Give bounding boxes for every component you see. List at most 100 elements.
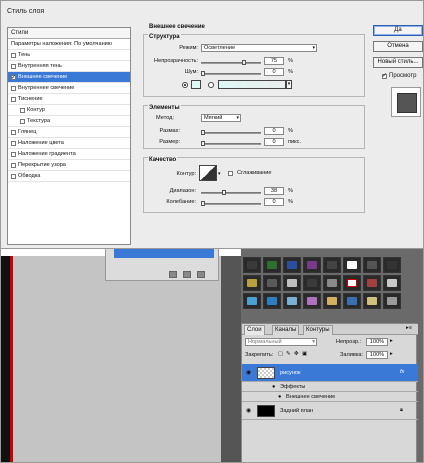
style-item-checkbox[interactable] [11,129,16,135]
trash-icon[interactable] [197,271,205,278]
style-item-checkbox[interactable] [11,140,16,146]
eye-icon[interactable]: ◉ [246,369,251,376]
ok-button[interactable]: Да [373,25,423,36]
contour-preview[interactable] [199,165,217,181]
style-swatch[interactable] [283,275,301,291]
layer-name[interactable]: рисунок [280,370,300,376]
new-style-button[interactable]: Новый стиль... [373,57,423,68]
style-item[interactable]: Тень [8,50,130,61]
lock-move-icon[interactable]: ✥ [294,351,299,357]
style-swatch[interactable] [343,293,361,309]
panel-menu-icon[interactable]: ▸≡ [406,325,412,331]
style-swatch[interactable] [243,293,261,309]
noise-slider-thumb[interactable] [201,71,205,76]
style-item-checkbox[interactable] [11,85,16,91]
style-item-checkbox[interactable] [11,96,16,102]
style-item[interactable]: Тиснение [8,94,130,105]
chevron-down-icon[interactable]: ▾ [286,80,292,89]
gradient-radio[interactable] [208,82,214,88]
style-item-checkbox[interactable] [11,73,16,82]
eye-icon[interactable]: ● [278,394,281,400]
style-item[interactable]: Параметры наложения: По умолчанию [8,39,130,50]
chevron-right-icon[interactable]: ▸ [390,351,393,357]
lock-all-icon[interactable]: ▣ [302,351,307,357]
jitter-field[interactable]: 0 [264,198,284,206]
style-swatch[interactable] [383,257,401,273]
style-item[interactable]: Внутренняя тень [8,61,130,72]
tab-channels[interactable]: Каналы [272,325,300,335]
spread-field[interactable]: 0 [264,127,284,135]
style-item[interactable]: Наложение градиента [8,149,130,160]
effects-row[interactable]: ● Эффекты [242,382,418,392]
technique-select[interactable]: Мягкий ▾ [201,114,241,122]
style-swatch[interactable] [303,293,321,309]
range-slider[interactable] [201,190,261,195]
size-slider[interactable] [201,141,261,146]
style-swatch[interactable] [383,275,401,291]
preview-checkbox[interactable] [382,72,387,79]
chevron-down-icon[interactable]: ▾ [218,171,221,177]
style-swatch-none[interactable] [343,275,361,291]
noise-field[interactable]: 0 [264,68,284,76]
style-swatch[interactable] [283,257,301,273]
glow-gradient-swatch[interactable] [218,80,286,89]
range-slider-thumb[interactable] [222,190,226,195]
style-item[interactable]: Внешнее свечение [8,72,130,83]
opacity-field[interactable]: 100% [366,338,388,346]
cancel-button[interactable]: Отмена [373,41,423,52]
panel-button[interactable] [183,271,191,278]
style-swatch[interactable] [243,275,261,291]
style-item[interactable]: Текстура [8,116,130,127]
tab-layers[interactable]: Слои [244,325,265,335]
style-swatch[interactable] [263,293,281,309]
style-swatch[interactable] [323,257,341,273]
style-swatch[interactable] [383,293,401,309]
style-item[interactable]: Контур [8,105,130,116]
style-item-checkbox[interactable] [11,173,16,179]
style-swatch[interactable] [303,257,321,273]
style-swatch[interactable] [323,293,341,309]
style-item-checkbox[interactable] [11,63,16,69]
style-swatch[interactable] [363,257,381,273]
style-item-checkbox[interactable] [20,107,25,113]
chevron-right-icon[interactable]: ▸ [390,338,393,344]
style-item[interactable]: Обводка [8,171,130,182]
opacity-field[interactable]: 75 [264,57,284,65]
panel-button[interactable] [169,271,177,278]
jitter-slider[interactable] [201,201,261,206]
jitter-slider-thumb[interactable] [201,201,205,206]
style-item-checkbox[interactable] [20,118,25,124]
range-field[interactable]: 38 [264,187,284,195]
spread-slider[interactable] [201,130,261,135]
style-item[interactable]: Глянец [8,127,130,138]
opacity-slider-thumb[interactable] [242,60,246,65]
lock-paint-icon[interactable]: ✎ [286,351,291,357]
style-item[interactable]: Внутреннее свечение [8,83,130,94]
style-swatch[interactable] [283,293,301,309]
opacity-slider[interactable] [201,60,261,65]
lock-transparency-icon[interactable]: ▢ [278,351,283,357]
noise-slider[interactable] [201,71,261,76]
style-item-checkbox[interactable] [11,151,16,157]
glow-color-swatch[interactable] [191,80,201,89]
style-item[interactable]: Перекрытие узора [8,160,130,171]
canvas-area[interactable] [13,256,221,462]
layer-row-background[interactable]: ◉ Задний план 🔒︎ [242,402,418,420]
style-item-checkbox[interactable] [11,162,16,168]
effect-outer-glow-row[interactable]: ● Внешнее свечение [242,392,418,402]
fill-field[interactable]: 100% [366,351,388,359]
styles-header[interactable]: Стили [8,28,130,39]
style-swatch[interactable] [243,257,261,273]
style-swatch[interactable] [303,275,321,291]
style-item[interactable]: Наложение цвета [8,138,130,149]
size-field[interactable]: 0 [264,138,284,146]
fx-icon[interactable]: fx [400,369,404,375]
color-radio[interactable] [182,82,188,88]
blend-mode-select[interactable]: Нормальный ▾ [245,338,317,346]
style-swatch[interactable] [363,275,381,291]
style-item-checkbox[interactable] [11,52,16,58]
preview-toggle[interactable]: Просмотр [382,72,416,79]
style-swatch[interactable] [323,275,341,291]
tab-paths[interactable]: Контуры [303,325,333,335]
style-swatch[interactable] [343,257,361,273]
